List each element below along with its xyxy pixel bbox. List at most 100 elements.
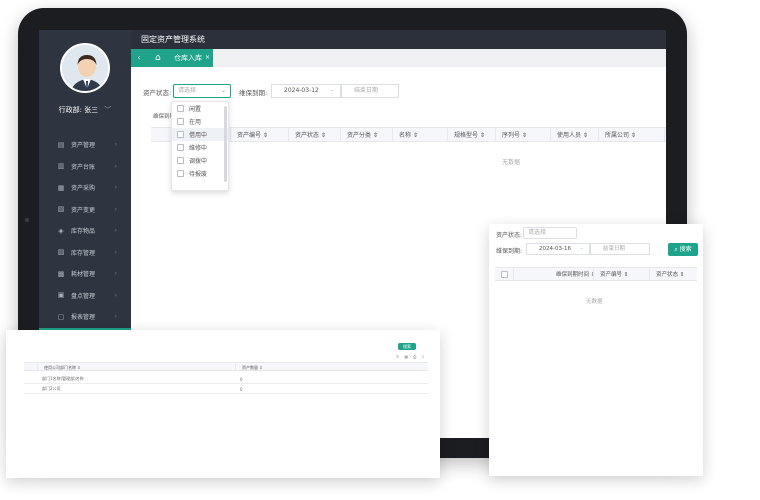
sidebar-item-label: 资产台账 (71, 163, 96, 171)
sidebar-item-label: 盘点管理 (71, 292, 96, 300)
search-icon: ⌕ (674, 246, 678, 253)
dropdown-option-label: 在用 (189, 119, 202, 126)
sidebar-item[interactable]: ▦ 资产采购 › (39, 177, 131, 199)
table-row[interactable]: 部门2公司 0 (24, 385, 428, 394)
end-date-placeholder: 结束日期 (354, 87, 379, 94)
department-name-cell: 部门1名称(管理部)名称 (42, 376, 84, 381)
card-column-header[interactable]: 资产状态 ⇕ (650, 268, 697, 280)
checkbox[interactable] (177, 105, 184, 112)
user-avatar[interactable] (60, 43, 110, 93)
checkbox[interactable] (177, 118, 184, 125)
dropdown-option[interactable]: 维修中 (172, 141, 228, 154)
close-icon[interactable]: × (205, 49, 210, 67)
card-column-header[interactable]: 维保到期时间 ⇕ (514, 268, 594, 280)
dropdown-option-label: 闲置 (189, 106, 202, 113)
card-left-column-header[interactable]: 使用公司部门名称 ⇕ (38, 363, 236, 370)
sidebar-item[interactable]: ◈ 库存物品 › (39, 220, 131, 242)
card-table-header: 维保到期时间 ⇕ 资产编号 ⇕ 资产状态 ⇕ (495, 267, 697, 281)
consumable-icon: ▩ (57, 269, 65, 278)
checkbox[interactable] (177, 157, 184, 164)
card-status-placeholder: 请选择 (528, 229, 547, 236)
dropdown-option[interactable]: 借用中 (172, 128, 228, 141)
dropdown-option[interactable]: 闲置 (172, 102, 228, 115)
card-select-column[interactable] (495, 268, 514, 280)
card-left-column-header[interactable]: 资产数量 ⇕ (236, 363, 428, 370)
status-select-placeholder: 请选择 (178, 87, 197, 94)
status-filter-card: 资产状态: 请选择 维保到期: 2024-03-16 - 结束日期 ⌕ 搜索 维… (489, 224, 703, 476)
dropdown-option-label: 调拨中 (189, 158, 208, 165)
sidebar-item-label: 资产采购 (71, 185, 96, 193)
chevron-right-icon: › (114, 162, 117, 170)
user-info[interactable]: 行政部: 张三 ﹀ (39, 105, 131, 115)
dropdown-option-label: 维修中 (189, 145, 208, 152)
chevron-right-icon: › (114, 184, 117, 192)
sidebar-item[interactable]: ▧ 资产变更 › (39, 199, 131, 221)
status-filter-label: 资产状态: (143, 89, 172, 97)
status-dropdown: 闲置在用借用中维修中调拨中待报废 (171, 101, 229, 191)
sidebar-item[interactable]: ▩ 耗材管理 › (39, 263, 131, 285)
card-status-select[interactable]: 请选择 (523, 227, 577, 239)
card-column-header[interactable]: 资产编号 ⇕ (594, 268, 650, 280)
sidebar-item[interactable]: ▥ 资产台账 › (39, 156, 131, 178)
chevron-right-icon: › (114, 248, 117, 256)
report-icon: ▢ (57, 312, 65, 321)
chevron-right-icon: › (114, 270, 117, 278)
column-header[interactable]: 使用人员 ⇕ (551, 128, 599, 141)
chevron-down-icon: ⌄ (220, 87, 226, 94)
column-header[interactable]: 所属公司 ⇕ (599, 128, 665, 141)
sidebar-item[interactable]: ▣ 盘点管理 › (39, 285, 131, 307)
dropdown-option[interactable]: 调拨中 (172, 154, 228, 167)
table-row[interactable]: 部门1名称(管理部)名称 0 (24, 375, 428, 384)
calc-icon: ▣ (57, 291, 65, 300)
dropdown-option[interactable]: 在用 (172, 115, 228, 128)
column-header[interactable]: 资产状态 ⇕ (289, 128, 341, 141)
card-left-search-button[interactable]: 搜索 (398, 343, 416, 350)
sidebar-item[interactable]: ▢ 报表管理 › (39, 306, 131, 328)
checkbox[interactable] (501, 271, 508, 278)
start-date-input[interactable]: 2024-03-12 - (271, 84, 341, 98)
camera-dot (25, 218, 29, 222)
column-header[interactable]: 名称 ⇕ (393, 128, 448, 141)
cart-icon: ▦ (57, 183, 65, 192)
maintenance-filter-label: 维保到期: (239, 89, 268, 97)
dropdown-scrollbar[interactable] (224, 106, 227, 182)
card-start-date-value: 2024-03-16 (539, 246, 571, 252)
dropdown-option-label: 借用中 (189, 132, 208, 139)
chevron-right-icon: › (114, 227, 117, 235)
card-empty-state: 无数据 (586, 299, 603, 305)
card-end-date[interactable]: 结束日期 (590, 243, 650, 255)
end-date-input[interactable]: 结束日期 (341, 84, 399, 98)
tab-warehouse-in[interactable]: ⌂ 仓库入库 × (147, 49, 213, 67)
card-date-separator: - (580, 246, 583, 252)
card-left-select-column[interactable] (24, 363, 38, 370)
user-name: 行政部: 张三 (58, 106, 99, 114)
card-status-label: 资产状态: (496, 232, 523, 239)
table-tools: ↻▦⎙⇩ (396, 354, 430, 359)
back-icon[interactable]: ‹ (131, 49, 147, 67)
sidebar-item[interactable]: ▨ 库存管理 › (39, 242, 131, 264)
card-left-header: 使用公司部门名称 ⇕ 资产数量 ⇕ (24, 362, 428, 371)
checkbox[interactable] (177, 144, 184, 151)
column-header[interactable]: 资产编号 ⇕ (231, 128, 289, 141)
sidebar-item-label: 库存物品 (71, 228, 96, 236)
home-icon[interactable]: ⌂ (155, 49, 161, 67)
columns-icon[interactable]: ▦ (404, 354, 413, 359)
dropdown-option[interactable]: 待报废 (172, 167, 228, 180)
status-select[interactable]: 请选择 ⌄ (173, 84, 231, 98)
chevron-right-icon: › (114, 291, 117, 299)
checkbox[interactable] (177, 170, 184, 177)
sidebar-item-label: 库存管理 (71, 249, 96, 257)
card-left-search-label: 搜索 (403, 344, 411, 349)
column-header[interactable]: 规格型号 ⇕ (448, 128, 496, 141)
box-icon: ◈ (58, 226, 64, 235)
card-start-date[interactable]: 2024-03-16 - (526, 243, 590, 255)
search-button[interactable]: ⌕ 搜索 (668, 243, 698, 256)
warehouse-icon: ▨ (57, 248, 65, 257)
chevron-right-icon: › (114, 205, 117, 213)
column-header[interactable]: 序列号 ⇕ (496, 128, 551, 141)
checkbox[interactable] (177, 131, 184, 138)
column-header[interactable]: 资产分类 ⇕ (341, 128, 393, 141)
export-icon[interactable]: ⇩ (421, 354, 429, 359)
department-assets-card: 搜索 ↻▦⎙⇩ 使用公司部门名称 ⇕ 资产数量 ⇕ 部门1名称(管理部)名称 0 部… (6, 330, 440, 478)
sidebar-item[interactable]: ▤ 资产管理 › (39, 134, 131, 156)
